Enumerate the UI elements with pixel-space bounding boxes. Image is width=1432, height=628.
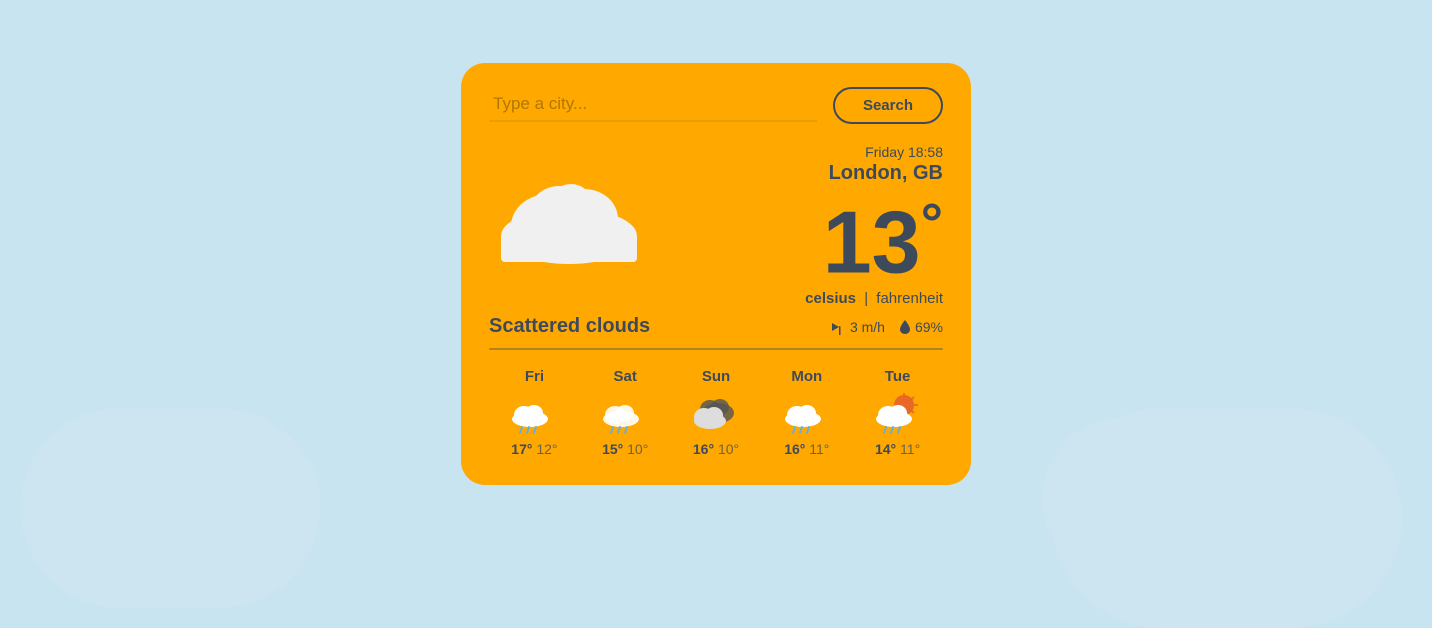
- search-row: Search: [489, 87, 943, 124]
- location: London, GB: [805, 162, 943, 185]
- forecast-temps-4: 14° 11°: [875, 441, 920, 457]
- forecast-icon-1: [599, 391, 651, 435]
- forecast-day-label-4: Tue: [885, 368, 911, 385]
- divider: [489, 348, 943, 350]
- forecast-icon-2: [690, 391, 742, 435]
- forecast-row: Fri: [489, 368, 943, 457]
- search-button[interactable]: Search: [833, 87, 943, 124]
- main-cloud-icon: [489, 164, 649, 264]
- weather-right: Friday 18:58 London, GB 13° celsius | fa…: [805, 144, 943, 307]
- datetime: Friday 18:58: [805, 144, 943, 160]
- wind-stat: 3 m/h: [830, 319, 885, 335]
- bg-cloud-2: [120, 428, 320, 568]
- forecast-temps-1: 15° 10°: [602, 441, 648, 457]
- wind-icon: [830, 319, 846, 335]
- main-info: Friday 18:58 London, GB 13° celsius | fa…: [489, 144, 943, 307]
- temperature: 13°: [805, 195, 943, 286]
- city-input[interactable]: [489, 88, 817, 122]
- forecast-day-4: Tue: [852, 368, 943, 457]
- desc-row: Scattered clouds 3 m/h 69%: [489, 315, 943, 338]
- weather-description: Scattered clouds: [489, 315, 650, 338]
- forecast-day-label-0: Fri: [525, 368, 544, 385]
- forecast-icon-3: [781, 391, 833, 435]
- unit-separator: |: [864, 290, 868, 307]
- temp-unit: celsius | fahrenheit: [805, 290, 943, 307]
- forecast-day-2: Sun 16° 10°: [671, 368, 762, 457]
- fahrenheit-label[interactable]: fahrenheit: [876, 290, 943, 307]
- forecast-temps-0: 17° 12°: [511, 441, 557, 457]
- forecast-day-label-1: Sat: [614, 368, 637, 385]
- forecast-temps-2: 16° 10°: [693, 441, 739, 457]
- forecast-day-0: Fri: [489, 368, 580, 457]
- bg-cloud-4: [1042, 418, 1282, 578]
- weather-stats: 3 m/h 69%: [830, 319, 943, 335]
- forecast-icon-4: [872, 391, 924, 435]
- wind-speed: 3 m/h: [850, 319, 885, 335]
- forecast-day-label-3: Mon: [791, 368, 822, 385]
- forecast-day-3: Mon: [761, 368, 852, 457]
- weather-card: Search Friday 18:58 London, GB 13° cel: [461, 63, 971, 485]
- forecast-day-label-2: Sun: [702, 368, 730, 385]
- humidity-stat: 69%: [899, 319, 943, 335]
- forecast-temps-3: 16° 11°: [784, 441, 829, 457]
- forecast-day-1: Sat: [580, 368, 671, 457]
- celsius-label[interactable]: celsius: [805, 290, 856, 307]
- humidity: 69%: [915, 319, 943, 335]
- forecast-icon-0: [508, 391, 560, 435]
- drop-icon: [899, 319, 911, 335]
